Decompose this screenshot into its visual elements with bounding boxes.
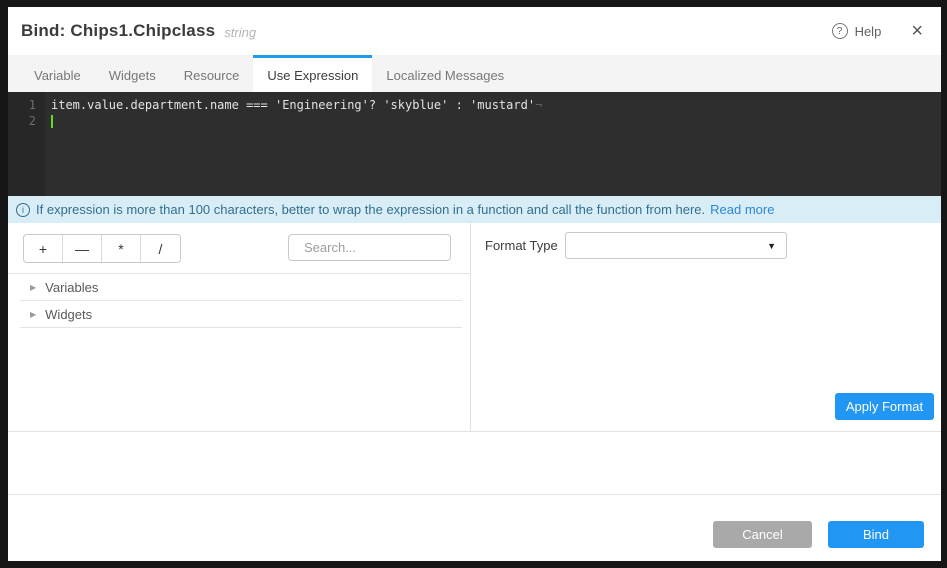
tab-variable[interactable]: Variable <box>20 55 95 92</box>
format-type-row: Format Type ▼ <box>485 232 787 259</box>
expression-helper-panel: + — * / ▶ Variables ▶ <box>8 223 471 431</box>
apply-format-button[interactable]: Apply Format <box>835 393 934 420</box>
bind-dialog: Bind: Chips1.Chipclass string ? Help × V… <box>8 7 941 561</box>
chevron-down-icon: ▼ <box>767 241 776 251</box>
operator-multiply-button[interactable]: * <box>102 235 141 262</box>
operator-minus-button[interactable]: — <box>63 235 102 262</box>
tree-item-label: Widgets <box>45 307 92 322</box>
code-line-1[interactable]: item.value.department.name === 'Engineer… <box>51 97 941 113</box>
code-area[interactable]: item.value.department.name === 'Engineer… <box>45 92 941 196</box>
info-message: If expression is more than 100 character… <box>36 202 705 217</box>
search-input[interactable] <box>304 240 480 255</box>
tree-item-widgets[interactable]: ▶ Widgets <box>8 301 470 327</box>
divider <box>20 327 462 328</box>
help-label: Help <box>855 24 882 39</box>
line-number: 2 <box>8 113 45 129</box>
operator-divide-button[interactable]: / <box>141 235 180 262</box>
footer: Cancel Bind <box>8 494 941 561</box>
format-type-select[interactable]: ▼ <box>565 232 787 259</box>
format-panel: Format Type ▼ Apply Format <box>471 223 941 431</box>
binding-tree: ▶ Variables ▶ Widgets <box>8 273 470 328</box>
search-box <box>288 234 451 261</box>
close-icon[interactable]: × <box>911 21 923 41</box>
info-bar: i If expression is more than 100 charact… <box>8 196 941 223</box>
operator-plus-button[interactable]: + <box>24 235 63 262</box>
format-type-label: Format Type <box>485 238 565 253</box>
title-bar: Bind: Chips1.Chipclass string ? Help × <box>8 7 941 55</box>
operator-button-group: + — * / <box>23 234 181 263</box>
main-panels: + — * / ▶ Variables ▶ <box>8 223 941 432</box>
line-number: 1 <box>8 97 45 113</box>
tab-use-expression[interactable]: Use Expression <box>253 55 372 92</box>
info-icon: i <box>16 203 30 217</box>
eol-marker-icon: ¬ <box>535 98 542 112</box>
chevron-right-icon[interactable]: ▶ <box>30 283 36 292</box>
expression-text: item.value.department.name === 'Engineer… <box>51 98 535 112</box>
tree-item-variables[interactable]: ▶ Variables <box>8 274 470 300</box>
tree-item-label: Variables <box>45 280 98 295</box>
tab-localized-messages[interactable]: Localized Messages <box>372 55 518 92</box>
text-cursor <box>51 115 53 128</box>
expression-editor[interactable]: 1 2 item.value.department.name === 'Engi… <box>8 92 941 196</box>
bind-button[interactable]: Bind <box>828 521 924 548</box>
help-button[interactable]: ? Help <box>832 23 882 39</box>
type-badge: string <box>224 22 256 40</box>
read-more-link[interactable]: Read more <box>710 202 774 217</box>
code-line-2[interactable] <box>51 113 941 129</box>
page-title: Bind: Chips1.Chipclass <box>21 21 215 41</box>
tab-resource[interactable]: Resource <box>170 55 254 92</box>
chevron-right-icon[interactable]: ▶ <box>30 310 36 319</box>
tab-widgets[interactable]: Widgets <box>95 55 170 92</box>
help-icon: ? <box>832 23 848 39</box>
editor-gutter: 1 2 <box>8 92 45 196</box>
cancel-button[interactable]: Cancel <box>713 521 812 548</box>
tab-bar: Variable Widgets Resource Use Expression… <box>8 55 941 92</box>
